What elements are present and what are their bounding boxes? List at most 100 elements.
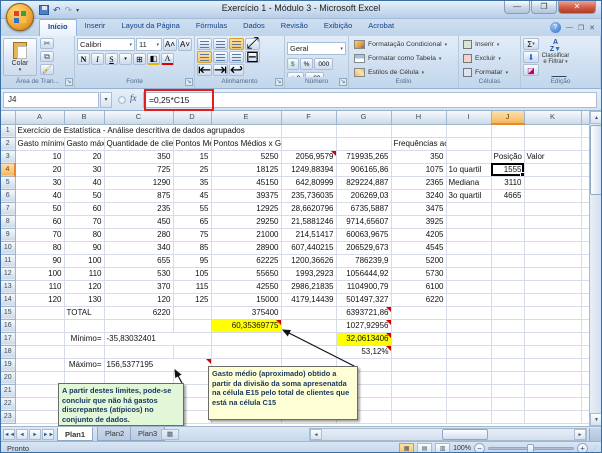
- cell-C16[interactable]: [104, 319, 173, 332]
- cell-D14[interactable]: 125: [173, 293, 211, 306]
- cell-E11[interactable]: 62225: [211, 254, 281, 267]
- sheet-tab-plan1[interactable]: Plan1: [57, 427, 93, 441]
- help-icon[interactable]: ?: [550, 22, 561, 33]
- cell-H20[interactable]: [391, 371, 446, 384]
- cell-H2[interactable]: Frequências acumuladas: [391, 137, 446, 150]
- sort-filter-button[interactable]: AZ▼ Classificar e Filtrar ▾: [541, 38, 570, 75]
- cell-K13[interactable]: [524, 280, 581, 293]
- cell-D5[interactable]: 35: [173, 176, 211, 189]
- cell-G4[interactable]: 906165,86: [336, 163, 391, 176]
- cell-X14[interactable]: [581, 293, 589, 306]
- cell-K3[interactable]: Valor: [524, 150, 581, 163]
- row-header-9[interactable]: 9: [1, 228, 15, 241]
- scroll-down-icon[interactable]: ▼: [590, 413, 602, 426]
- cell-D16[interactable]: [173, 319, 211, 332]
- tab-revisao[interactable]: Revisão: [273, 19, 316, 36]
- row-header-8[interactable]: 8: [1, 215, 15, 228]
- cell-F8[interactable]: 21,5881246: [281, 215, 336, 228]
- cell-X9[interactable]: [581, 228, 589, 241]
- cell-I12[interactable]: [446, 267, 491, 280]
- cell-C8[interactable]: 450: [104, 215, 173, 228]
- number-format-select[interactable]: Geral▾: [287, 42, 346, 55]
- cell-F9[interactable]: 214,51417: [281, 228, 336, 241]
- cell-J11[interactable]: [491, 254, 524, 267]
- cell-K1[interactable]: [524, 124, 581, 137]
- comma-style-button[interactable]: 000: [314, 58, 333, 70]
- office-button[interactable]: [6, 3, 34, 31]
- underline-button[interactable]: S: [105, 53, 118, 65]
- cell-A10[interactable]: 80: [15, 241, 64, 254]
- cell-K19[interactable]: [524, 358, 581, 371]
- first-sheet-icon[interactable]: ◄◄: [3, 429, 15, 440]
- cell-C5[interactable]: 1290: [104, 176, 173, 189]
- cell-I13[interactable]: [446, 280, 491, 293]
- row-header-2[interactable]: 2: [1, 137, 15, 150]
- cell-A9[interactable]: 70: [15, 228, 64, 241]
- cell-H15[interactable]: [391, 306, 446, 319]
- cell-B5[interactable]: 40: [64, 176, 104, 189]
- cell-E2[interactable]: Pontos Médios x Gastos: [211, 137, 281, 150]
- cell-I3[interactable]: [446, 150, 491, 163]
- row-header-1[interactable]: 1: [1, 124, 15, 137]
- cell-H18[interactable]: [391, 345, 446, 358]
- cell-A8[interactable]: 60: [15, 215, 64, 228]
- cell-B9[interactable]: 80: [64, 228, 104, 241]
- cell-E18[interactable]: [211, 345, 281, 358]
- cell-C14[interactable]: 120: [104, 293, 173, 306]
- close-button[interactable]: ✕: [558, 1, 596, 14]
- cell-E15[interactable]: 375400: [211, 306, 281, 319]
- align-bottom-icon[interactable]: [229, 38, 244, 50]
- cell-A6[interactable]: 40: [15, 189, 64, 202]
- cell-H8[interactable]: 3925: [391, 215, 446, 228]
- doc-minimize-icon[interactable]: —: [566, 24, 573, 31]
- cell-E10[interactable]: 28900: [211, 241, 281, 254]
- cell-B10[interactable]: 90: [64, 241, 104, 254]
- decrease-font-icon[interactable]: A˅: [178, 38, 192, 51]
- cell-A7[interactable]: 50: [15, 202, 64, 215]
- cell-G17[interactable]: 32,0613406: [336, 332, 391, 345]
- cell-I14[interactable]: [446, 293, 491, 306]
- cell-X2[interactable]: [581, 137, 589, 150]
- cell-B19[interactable]: Máximo=: [64, 358, 104, 371]
- cell-G1[interactable]: [336, 124, 391, 137]
- cell-C11[interactable]: 655: [104, 254, 173, 267]
- font-dialog-launcher[interactable]: ↘: [185, 78, 193, 86]
- cell-E13[interactable]: 42550: [211, 280, 281, 293]
- cell-G2[interactable]: [336, 137, 391, 150]
- cell-K8[interactable]: [524, 215, 581, 228]
- cell-J19[interactable]: [491, 358, 524, 371]
- cell-D12[interactable]: 105: [173, 267, 211, 280]
- cell-F6[interactable]: 235,736035: [281, 189, 336, 202]
- cell-J5[interactable]: 3110: [491, 176, 524, 189]
- cell-X16[interactable]: [581, 319, 589, 332]
- insert-sheet-icon[interactable]: ▦: [161, 429, 179, 440]
- cell-E7[interactable]: 12925: [211, 202, 281, 215]
- align-middle-icon[interactable]: [213, 38, 228, 50]
- cell-A17[interactable]: [15, 332, 64, 345]
- cell-J4[interactable]: 1555: [491, 163, 524, 176]
- cell-H9[interactable]: 4205: [391, 228, 446, 241]
- cell-B17[interactable]: Mínimo=: [64, 332, 104, 345]
- cell-G16[interactable]: 1027,92956: [336, 319, 391, 332]
- row-header-4[interactable]: 4: [1, 163, 15, 176]
- cell-I20[interactable]: [446, 371, 491, 384]
- cell-F15[interactable]: [281, 306, 336, 319]
- vertical-scroll-thumb[interactable]: [590, 125, 602, 195]
- cell-J8[interactable]: [491, 215, 524, 228]
- bold-button[interactable]: N: [77, 53, 90, 65]
- cell-X12[interactable]: [581, 267, 589, 280]
- cell-K23[interactable]: [524, 410, 581, 423]
- font-color-icon[interactable]: A: [161, 53, 174, 65]
- cell-D8[interactable]: 65: [173, 215, 211, 228]
- cell-J23[interactable]: [491, 410, 524, 423]
- scroll-left-icon[interactable]: ◄: [310, 429, 322, 440]
- cell-X17[interactable]: [581, 332, 589, 345]
- cell-J9[interactable]: [491, 228, 524, 241]
- tab-layout-da-pagina[interactable]: Layout da Página: [113, 19, 187, 36]
- cell-A19[interactable]: [15, 358, 64, 371]
- cell-K18[interactable]: [524, 345, 581, 358]
- cell-D4[interactable]: 25: [173, 163, 211, 176]
- cell-H21[interactable]: [391, 384, 446, 397]
- cell-X8[interactable]: [581, 215, 589, 228]
- cell-A3[interactable]: 10: [15, 150, 64, 163]
